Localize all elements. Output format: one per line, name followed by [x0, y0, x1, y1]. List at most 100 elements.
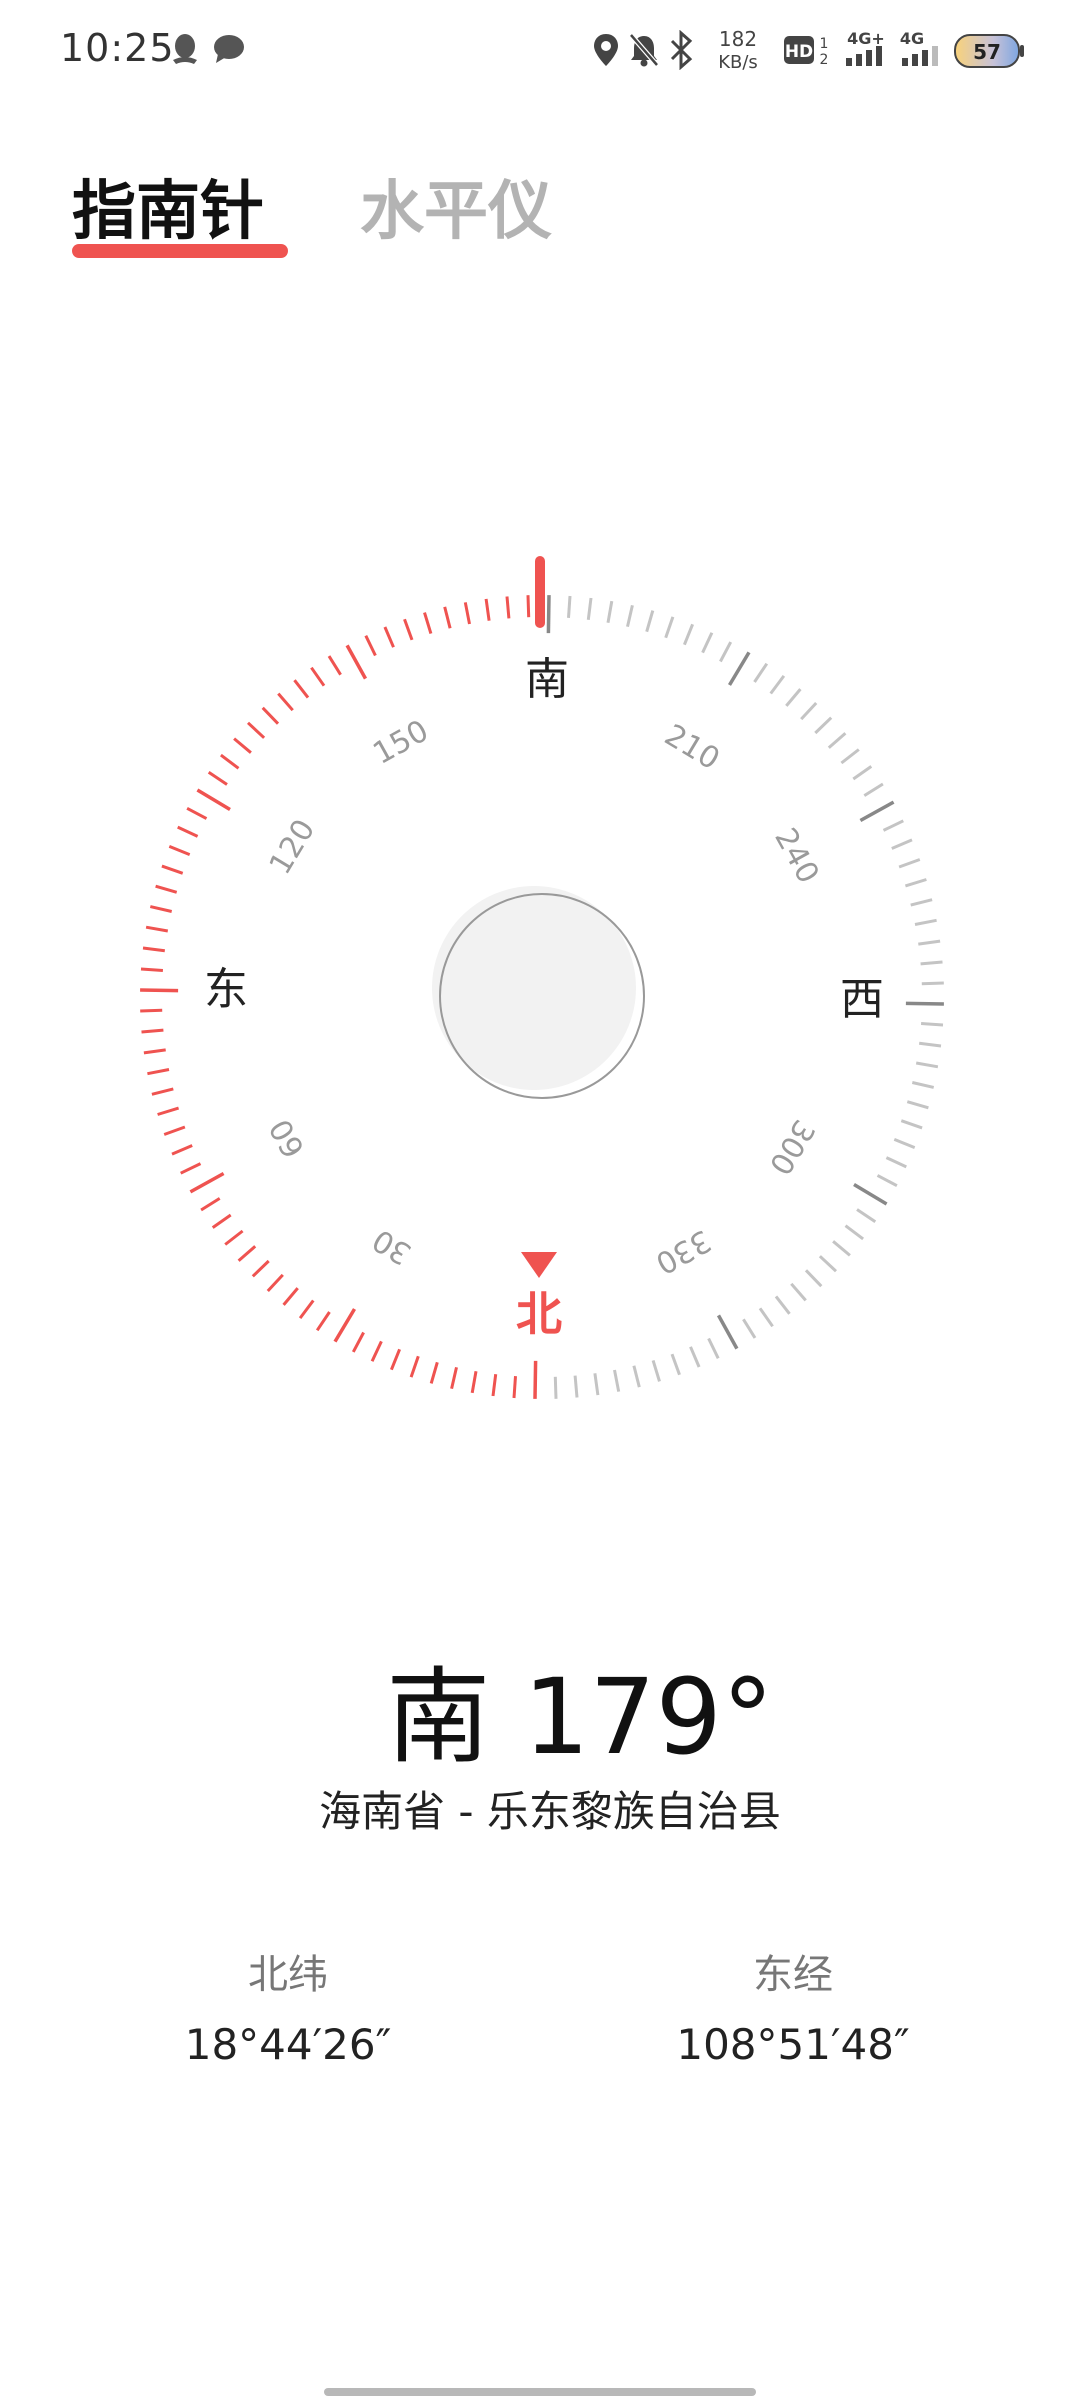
compass-tick	[664, 616, 675, 639]
cardinal-west: 西	[840, 974, 884, 1025]
compass-tick	[370, 1340, 383, 1362]
compass-tick	[844, 1224, 864, 1241]
compass-tick	[915, 1061, 939, 1069]
signal-icon: 4G	[900, 29, 938, 66]
degree-label: 240	[767, 822, 825, 889]
compass-tick	[145, 925, 169, 933]
compass-tick	[224, 1229, 244, 1246]
compass-tick	[310, 666, 326, 687]
compass-tick	[261, 706, 280, 725]
compass-tick	[140, 967, 164, 972]
hd-icon: HD 1 2	[784, 36, 829, 68]
compass-tick	[891, 838, 913, 850]
compass-tick	[351, 1331, 365, 1353]
compass-tick	[626, 604, 634, 628]
compass-app-screen: 10:25 182 KB/s HD 1 2 4G+ 4G 57 指南针 水平仪 …	[0, 0, 1080, 2400]
battery-icon: 57	[954, 34, 1024, 68]
compass-tick	[790, 1282, 807, 1302]
svg-text:4G+: 4G+	[847, 29, 885, 48]
compass-tick	[632, 1365, 641, 1388]
compass-tick	[893, 1138, 916, 1149]
compass-tick	[727, 651, 751, 686]
compass-tick	[613, 1369, 621, 1392]
compass-tick	[758, 1307, 774, 1328]
compass-tick	[586, 597, 593, 620]
compass-tick	[742, 1318, 757, 1339]
svg-text:1: 1	[820, 36, 829, 52]
compass-tick	[818, 1255, 838, 1273]
compass-tick	[141, 1028, 164, 1034]
compass-tick	[219, 753, 240, 770]
compass-tick	[593, 1373, 600, 1396]
compass-tick	[140, 988, 179, 993]
compass-tick	[856, 1208, 877, 1224]
svg-text:57: 57	[973, 40, 1001, 64]
message-icon	[214, 35, 244, 63]
compass-tick	[533, 1360, 538, 1399]
compass-tick	[567, 595, 572, 619]
compass-tick	[491, 1374, 498, 1397]
compass-tick	[827, 732, 847, 749]
compass-tick	[207, 770, 228, 786]
degree-label: 300	[762, 1113, 821, 1180]
compass-tick	[840, 748, 860, 765]
compass-tick	[904, 878, 927, 888]
compass-tick	[683, 623, 694, 646]
compass-tick	[853, 1182, 888, 1206]
svg-text:2: 2	[820, 52, 829, 68]
compass-tick	[707, 1337, 720, 1359]
compass-tick	[774, 1295, 791, 1315]
compass-tick	[800, 701, 818, 721]
compass-tick	[606, 600, 614, 624]
svg-text:182: 182	[719, 27, 757, 51]
longitude-value: 108°51′48″	[676, 2020, 910, 2069]
compass-tick	[177, 825, 199, 838]
compass-tick	[161, 864, 184, 875]
compass-tick	[140, 1008, 163, 1013]
compass-tick	[859, 800, 895, 823]
degree-label: 120	[263, 814, 322, 881]
compass-tick	[769, 674, 786, 695]
compass-tick	[143, 1048, 166, 1055]
compass-tick	[390, 1348, 401, 1371]
compass-tick	[785, 688, 802, 707]
compass-tick	[282, 1287, 299, 1306]
status-time: 10:25	[60, 26, 175, 70]
compass-tick	[423, 612, 433, 635]
net-speed: 182 KB/s	[718, 27, 758, 73]
compass-tick	[171, 1144, 193, 1156]
location-text: 海南省 - 乐东黎族自治县	[319, 1787, 781, 1836]
compass-tick	[345, 644, 368, 680]
compass-tick	[470, 1370, 478, 1394]
cardinal-north: 北	[516, 1287, 562, 1341]
status-bar: 10:25 182 KB/s HD 1 2 4G+ 4G 57	[0, 0, 1080, 100]
compass-tick	[180, 1162, 202, 1175]
compass-tick	[155, 884, 178, 894]
tab-compass[interactable]: 指南针	[72, 160, 264, 252]
compass-tick	[553, 1376, 558, 1399]
compass-tick	[701, 632, 714, 654]
degree-label: 330	[650, 1222, 717, 1280]
location-icon	[594, 34, 618, 66]
compass-tick	[573, 1375, 579, 1398]
compass-tick	[920, 1022, 944, 1027]
compass-tick	[526, 595, 531, 618]
compass-tick	[251, 1259, 270, 1278]
compass-tick	[409, 1355, 420, 1378]
compass-tick	[832, 1240, 851, 1257]
compass-tick	[921, 981, 944, 986]
svg-text:4G: 4G	[900, 29, 924, 48]
compass-tick	[914, 918, 937, 926]
compass-tick	[246, 721, 266, 739]
home-indicator[interactable]	[324, 2388, 756, 2396]
tab-level[interactable]: 水平仪	[360, 160, 552, 252]
compass-tick	[142, 946, 165, 953]
compass-tick	[919, 1041, 942, 1048]
qq-icon	[173, 34, 197, 64]
latitude-value: 18°44′26″	[184, 2020, 392, 2069]
degree-label: 60	[263, 1113, 312, 1163]
compass-tick	[277, 692, 294, 712]
compass-tick	[315, 1311, 331, 1332]
compass-tick	[863, 782, 884, 797]
compass-dial: 30 60 120 150 210 240 300 330 南 东 西 北	[140, 556, 944, 1399]
